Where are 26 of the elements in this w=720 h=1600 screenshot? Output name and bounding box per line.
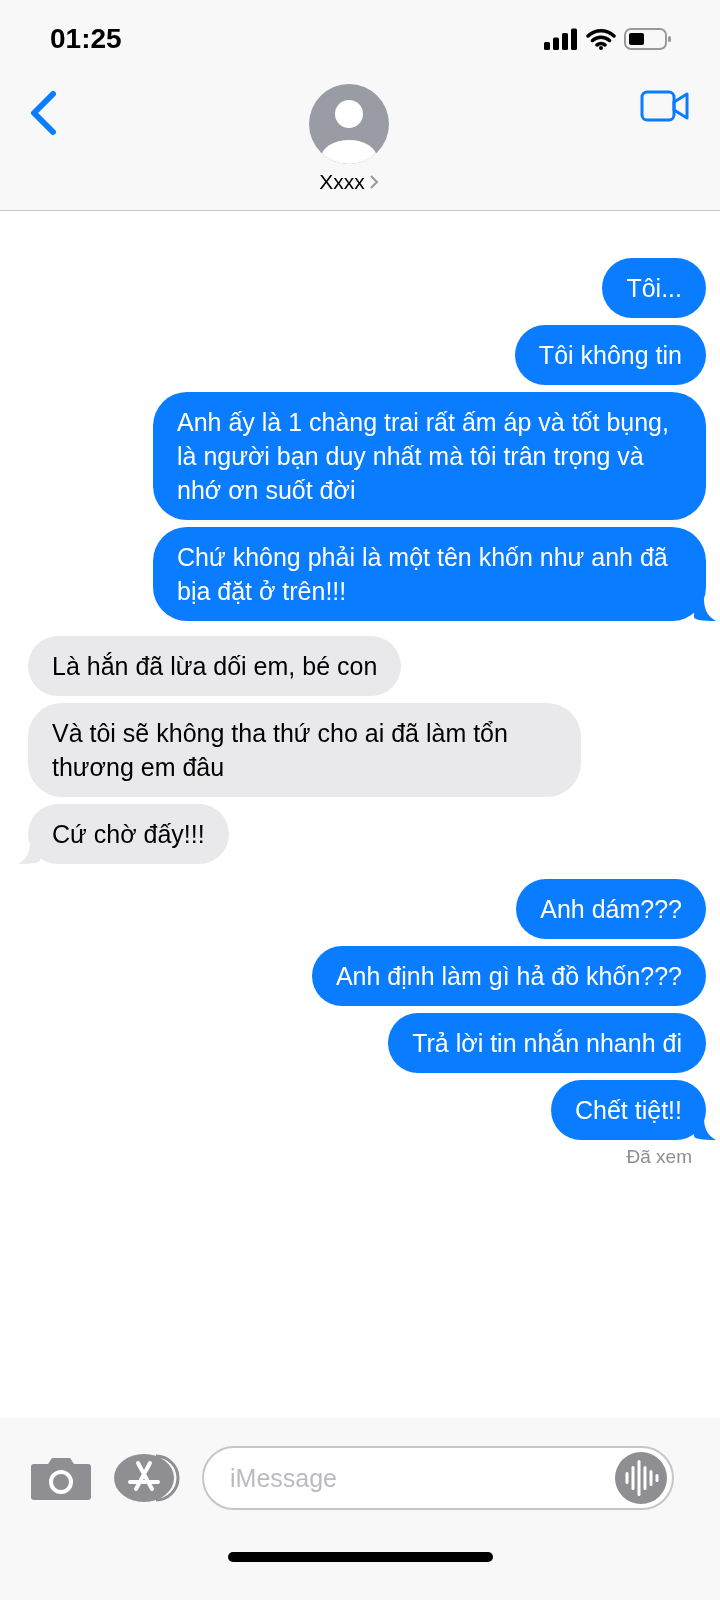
avatar-icon[interactable] <box>309 84 389 164</box>
sent-message: Anh ấy là 1 chàng trai rất ấm áp và tốt bụng, là người bạn duy nhất mà tôi trân trọng và nhớ ơn suốt đời <box>153 392 706 520</box>
sent-message: Tôi không tin <box>514 325 706 385</box>
received-message: Là hắn đã lừa dối em, bé con <box>28 636 402 696</box>
read-receipt: Đã xem <box>626 1146 692 1168</box>
sent-message: Chết tiệt!! <box>551 1080 706 1140</box>
message-field[interactable]: iMessage <box>202 1446 674 1510</box>
contact-name[interactable]: Xxxx <box>319 170 379 194</box>
sent-message: Chứ không phải là một tên khốn như anh đã bịa đặt ở trên!!! <box>153 527 706 621</box>
sent-message: Anh dám??? <box>516 879 706 939</box>
app-store-button[interactable] <box>112 1453 182 1503</box>
received-message: Và tôi sẽ không tha thứ cho ai đã làm tổn thương em đâu <box>28 703 581 797</box>
message-input[interactable]: iMessage <box>228 1462 615 1494</box>
sent-message: Tôi... <box>602 258 706 318</box>
battery-icon <box>624 27 672 51</box>
wifi-icon <box>586 28 616 50</box>
audio-icon[interactable] <box>615 1452 667 1504</box>
sent-message: Anh định làm gì hả đồ khốn??? <box>311 946 706 1006</box>
chevron-icon <box>368 174 379 190</box>
status-time: 01:25 <box>50 23 122 55</box>
sent-message: Trả lời tin nhắn nhanh đi <box>388 1013 706 1073</box>
bubble-tail-icon <box>694 599 716 621</box>
received-message: Cứ chờ đấy!!! <box>28 804 229 864</box>
video-call-button[interactable] <box>640 90 690 122</box>
back-button[interactable] <box>28 90 58 136</box>
signal-icon <box>544 28 578 50</box>
